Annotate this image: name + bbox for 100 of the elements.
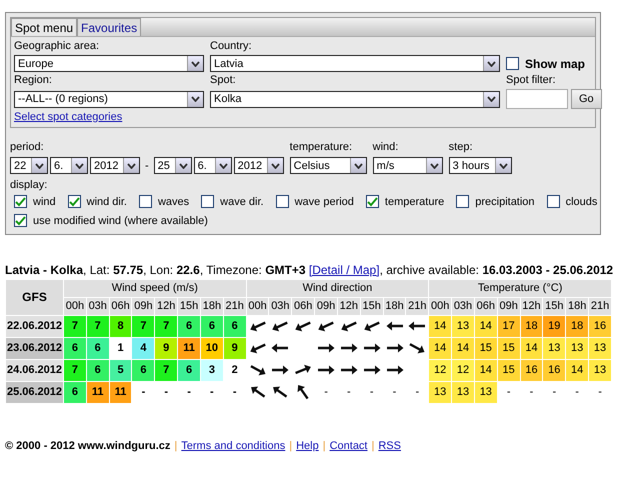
separator: |: [322, 440, 326, 452]
checkbox[interactable]: [546, 195, 560, 208]
copyright-text: © 2000 - 2012 www.windguru.cz: [5, 440, 170, 452]
hour-header: 21h: [406, 297, 429, 315]
forecast-cell: 6: [200, 315, 224, 337]
hour-header: 18h: [383, 297, 406, 315]
forecast-cell: 15: [497, 337, 520, 359]
checkbox[interactable]: [366, 195, 379, 208]
forecast-cell: 13: [542, 337, 566, 359]
footer-link[interactable]: RSS: [378, 440, 401, 452]
checkbox-label: wave period: [294, 196, 354, 208]
checkbox[interactable]: [14, 195, 27, 208]
arrow-icon: [296, 322, 312, 332]
forecast-cell: 8: [109, 315, 132, 337]
forecast-cell: 16: [588, 315, 612, 337]
select-field[interactable]: 3 hours: [448, 157, 512, 174]
tab[interactable]: Spot menu: [11, 18, 78, 36]
checkbox[interactable]: [201, 195, 214, 208]
forecast-cell: 7: [132, 315, 155, 337]
select-field[interactable]: 22: [10, 157, 48, 174]
checkbox[interactable]: [456, 195, 470, 208]
hour-header: 18h: [566, 297, 589, 315]
forecast-cell: 11: [109, 381, 132, 403]
date-cell: 22.06.2012: [6, 315, 64, 337]
checkbox[interactable]: [68, 195, 81, 208]
select-field[interactable]: Kolka: [210, 90, 500, 108]
arrow-icon: [250, 365, 266, 376]
forecast-cell: 10: [200, 337, 224, 359]
forecast-cell: 3: [200, 359, 224, 381]
select-field[interactable]: 6.: [50, 157, 88, 174]
checkbox[interactable]: [506, 57, 519, 70]
footer-link[interactable]: Terms and conditions: [181, 440, 286, 452]
arrow-icon: [250, 322, 266, 332]
select-categories-link[interactable]: Select spot categories: [14, 111, 122, 123]
hour-header: 15h: [542, 297, 566, 315]
checkbox-label: clouds: [566, 196, 598, 208]
go-button[interactable]: Go: [571, 89, 602, 109]
hour-header: 00h: [428, 297, 452, 315]
hour-header: 03h: [268, 297, 292, 315]
arrow-icon: [318, 322, 334, 332]
select-field[interactable]: m/s: [372, 157, 443, 174]
field-label: temperature:: [290, 140, 354, 155]
forecast-cell: 13: [428, 381, 452, 403]
select-field[interactable]: Celsius: [290, 157, 367, 174]
field-label: wind:: [372, 140, 400, 155]
column-group-header: Temperature (°C): [428, 279, 612, 297]
checkbox-label: Show map: [525, 56, 586, 70]
hour-header: 21h: [223, 297, 246, 315]
forecast-cell: 13: [452, 381, 474, 403]
select-field[interactable]: --ALL-- (0 regions): [14, 90, 204, 108]
select-field[interactable]: Latvia: [210, 55, 500, 72]
forecast-cell: 15: [474, 337, 498, 359]
arrow-icon: [408, 322, 426, 330]
checkbox-label: wave dir.: [220, 196, 264, 208]
hour-header: 18h: [200, 297, 224, 315]
field-label: period:: [10, 140, 45, 155]
hour-header: 12h: [337, 297, 360, 315]
checkbox[interactable]: [138, 195, 152, 208]
hour-header: 06h: [474, 297, 498, 315]
select-field[interactable]: 25: [154, 157, 192, 174]
select-field[interactable]: 6.: [194, 157, 232, 174]
forecast-cell: 12: [428, 359, 452, 381]
hour-header: 15h: [178, 297, 200, 315]
forecast-cell: 11: [178, 337, 200, 359]
tab[interactable]: Favourites: [77, 18, 142, 36]
forecast-cell: 9: [223, 337, 246, 359]
forecast-cell: 7: [154, 359, 178, 381]
hour-header: 09h: [497, 297, 520, 315]
checkbox[interactable]: [276, 195, 289, 208]
arrow-icon: [340, 366, 358, 374]
select-field[interactable]: Europe: [14, 55, 204, 72]
footer-link[interactable]: Contact: [330, 440, 368, 452]
column-group-header: Wind direction: [246, 279, 429, 297]
select-field[interactable]: 2012: [90, 157, 140, 174]
arrow-icon: [272, 344, 288, 352]
spot-info-text: Latvia - Kolka, Lat: 57.75, Lon: 22.6, Timezone: GMT+3 [Detail / Map], archive available: 16.03.2003 - 25.06.2012: [5, 262, 613, 276]
spot-filter-input[interactable]: [506, 89, 568, 109]
forecast-cell: 7: [64, 359, 86, 381]
arrow-icon: [386, 344, 404, 352]
hour-header: 12h: [520, 297, 543, 315]
detail-map-link[interactable]: [Detail / Map]: [308, 262, 380, 276]
date-cell: 23.06.2012: [6, 337, 64, 359]
forecast-cell: 14: [474, 315, 498, 337]
footer-link[interactable]: Help: [296, 440, 319, 452]
date-cell: 25.06.2012: [6, 381, 64, 403]
hour-header: 06h: [292, 297, 315, 315]
hour-header: 00h: [246, 297, 269, 315]
arrow-icon: [318, 344, 335, 352]
hour-header: 00h: [64, 297, 86, 315]
date-cell: 24.06.2012: [6, 359, 64, 381]
checkbox[interactable]: [14, 214, 27, 227]
select-field[interactable]: 2012: [234, 157, 284, 174]
arrow-icon: [250, 344, 266, 354]
arrow-icon: [364, 322, 380, 332]
forecast-cell: 13: [474, 381, 498, 403]
arrow-icon: [364, 366, 380, 374]
checkbox-label: wind dir.: [86, 196, 127, 208]
field-label: Region:: [14, 73, 53, 88]
column-group-header: Wind speed (m/s): [64, 279, 246, 297]
separator: |: [174, 440, 178, 452]
